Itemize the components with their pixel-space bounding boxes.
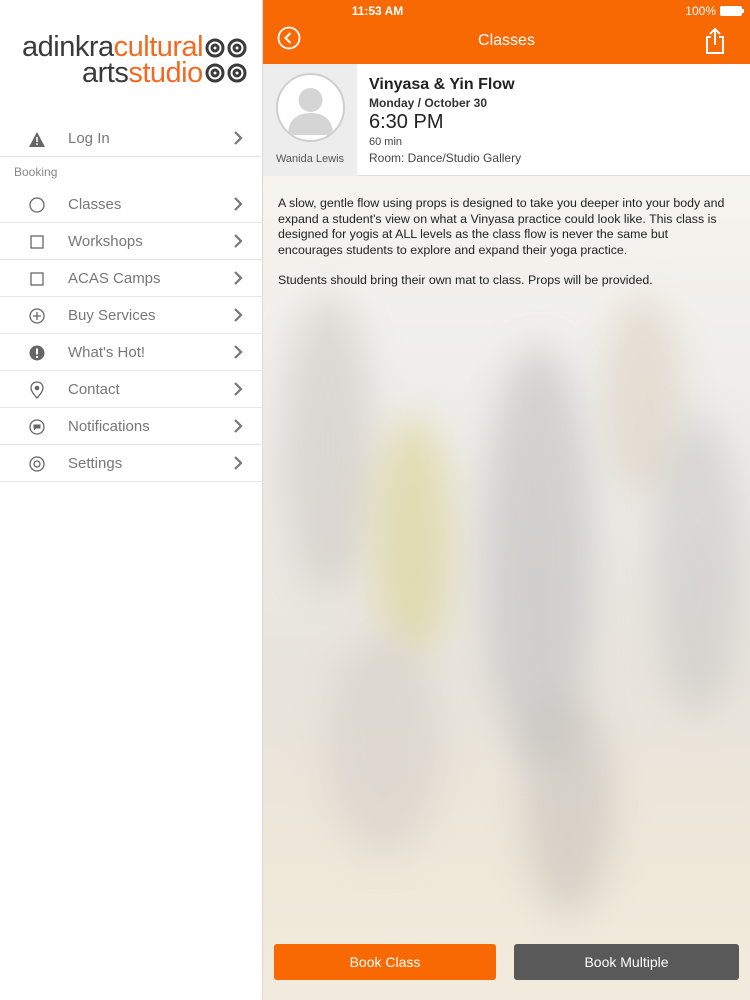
battery-icon [720,6,744,16]
adinkra-symbol-icon [205,38,247,83]
chat-bubble-icon [28,418,46,436]
square-icon [28,270,46,288]
class-duration: 60 min [369,136,403,148]
sidebar-item-notifications[interactable]: Notifications [0,408,263,445]
chevron-right-icon [234,131,243,145]
class-info-card: Wanida Lewis Vinyasa & Yin Flow Monday /… [263,64,750,176]
sidebar-item-label: What's Hot! [68,343,146,361]
battery-status: 100% [685,4,744,18]
sidebar-item-login[interactable]: Log In [0,120,263,157]
sidebar-item-label: ACAS Camps [68,269,161,287]
sidebar-item-classes[interactable]: Classes [0,186,263,223]
instructor-name: Wanida Lewis [275,153,345,165]
square-icon [28,233,46,251]
gear-icon [28,455,46,473]
alert-icon [28,344,46,362]
sidebar-item-contact[interactable]: Contact [0,371,263,408]
description-paragraph: A slow, gentle flow using props is desig… [278,196,725,257]
chevron-right-icon [234,234,243,248]
chevron-right-icon [234,308,243,322]
sidebar-item-workshops[interactable]: Workshops [0,223,263,260]
sidebar-item-whats-hot[interactable]: What's Hot! [0,334,263,371]
sidebar-item-label: Contact [68,380,120,398]
logo-text-arts: arts [82,57,129,89]
sidebar-item-label: Settings [68,454,123,472]
section-label-booking: Booking [14,165,58,179]
sidebar-item-label: Classes [68,195,122,213]
class-description: A slow, gentle flow using props is desig… [278,196,736,304]
chevron-right-icon [234,456,243,470]
class-time: 6:30 PM [369,111,444,133]
class-room: Room: Dance/Studio Gallery [369,151,522,165]
chevron-right-icon [234,197,243,211]
plus-circle-icon [28,307,46,325]
share-button[interactable] [704,27,726,55]
logo-text-studio: studio [128,57,203,89]
page-title: Classes [478,32,535,49]
sidebar-item-label: Log In [68,129,110,147]
sidebar: adinkracultural artsstudio Log In Bookin… [0,0,263,1000]
chevron-right-icon [234,271,243,285]
top-header-bar: 11:53 AM 100% Classes [263,0,750,64]
chevron-right-icon [234,382,243,396]
sidebar-item-label: Workshops [68,232,143,250]
location-pin-icon [28,381,46,399]
status-time: 11:53 AM [351,4,404,18]
sidebar-item-acas-camps[interactable]: ACAS Camps [0,260,263,297]
battery-percent: 100% [685,4,716,18]
sidebar-item-buy-services[interactable]: Buy Services [0,297,263,334]
studio-logo: adinkracultural artsstudio [20,32,248,88]
warning-icon [28,130,46,148]
description-paragraph: Students should bring their own mat to c… [278,273,653,287]
class-name: Vinyasa & Yin Flow [369,76,515,93]
book-multiple-button[interactable]: Book Multiple [514,944,739,980]
class-date: Monday / October 30 [369,96,488,110]
sidebar-item-label: Notifications [68,417,150,435]
book-class-button[interactable]: Book Class [274,944,496,980]
avatar-placeholder-icon [276,73,345,142]
sidebar-item-settings[interactable]: Settings [0,445,263,482]
circle-icon [28,196,46,214]
class-detail-panel: 11:53 AM 100% Classes Wanida Lewis Vinya… [263,0,750,1000]
instructor-avatar: Wanida Lewis [263,64,357,176]
chevron-right-icon [234,345,243,359]
sidebar-item-label: Buy Services [68,306,156,324]
chevron-right-icon [234,419,243,433]
